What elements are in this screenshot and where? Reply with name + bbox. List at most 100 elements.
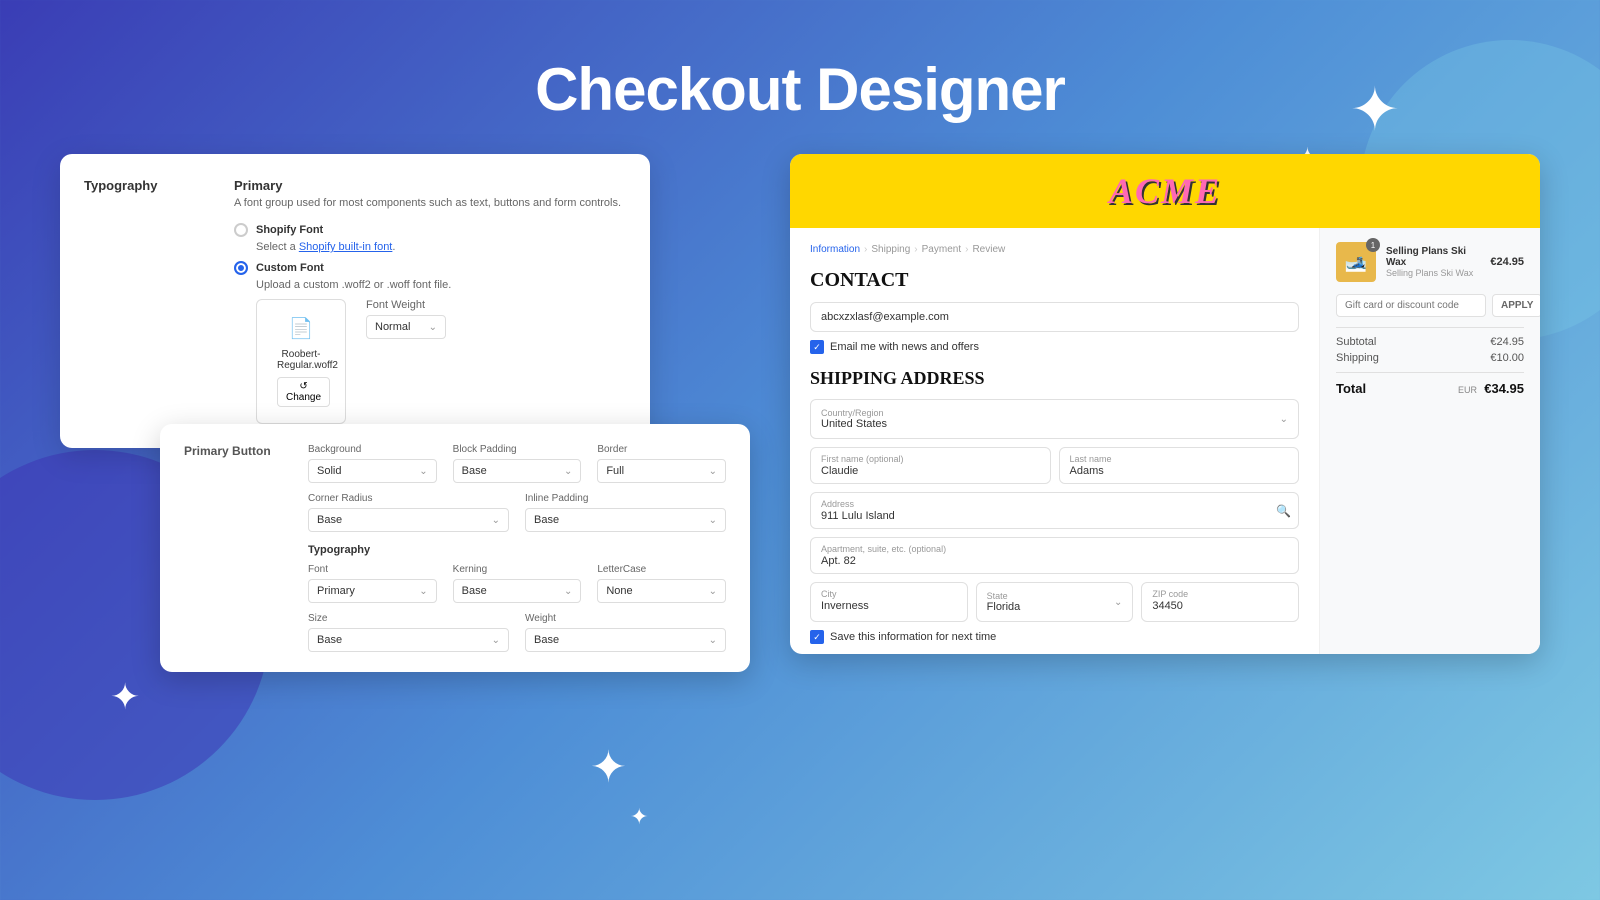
discount-input[interactable]	[1336, 294, 1486, 317]
address-field[interactable]: Address 911 Lulu Island	[810, 492, 1299, 529]
checkout-sidebar: 🎿 1 Selling Plans Ski Wax Selling Plans …	[1320, 228, 1540, 654]
email-field[interactable]	[810, 302, 1299, 332]
subtotal-label: Subtotal	[1336, 336, 1376, 348]
shipping-cost-row: Shipping €10.00	[1336, 352, 1524, 364]
lettercase-select[interactable]: None	[597, 579, 726, 603]
custom-font-option[interactable]: Custom Font	[234, 261, 626, 275]
kerning-label: Kerning	[453, 564, 582, 575]
product-sub: Selling Plans Ski Wax	[1386, 268, 1480, 278]
border-select[interactable]: Full	[597, 459, 726, 483]
breadcrumb-payment: Payment	[922, 244, 961, 255]
block-padding-select[interactable]: Base	[453, 459, 582, 483]
save-info-label: Save this information for next time	[830, 631, 996, 643]
font-file-area: 📄 Roobert-Regular.woff2 ↺ Change Font We…	[234, 299, 626, 424]
sparkle-bottom-mid2-icon: ✦	[630, 806, 648, 828]
chevron-icon-bp	[564, 465, 572, 477]
shipping-cost-value: €10.00	[1490, 352, 1524, 364]
apt-value: Apt. 82	[821, 555, 1288, 567]
total-amount: €34.95	[1484, 381, 1524, 396]
font-weight-select[interactable]: Normal	[366, 315, 446, 339]
typography-panel: Typography Primary A font group used for…	[60, 154, 650, 448]
inline-padding-label: Inline Padding	[525, 493, 726, 504]
save-info-row: ✓ Save this information for next time	[810, 630, 1299, 644]
border-label: Border	[597, 444, 726, 455]
form-grid-row2: Corner Radius Base Inline Padding Base	[308, 493, 726, 532]
font-group: Font Primary	[308, 564, 437, 603]
save-info-checkbox[interactable]: ✓	[810, 630, 824, 644]
apt-field[interactable]: Apartment, suite, etc. (optional) Apt. 8…	[810, 537, 1299, 574]
primary-description: A font group used for most components su…	[234, 197, 626, 209]
email-offers-row: ✓ Email me with news and offers	[810, 340, 1299, 354]
size-select[interactable]: Base	[308, 628, 509, 652]
shopify-font-label: Shopify Font	[256, 224, 323, 236]
apply-discount-button[interactable]: APPLY	[1492, 294, 1540, 317]
city-label: City	[821, 589, 957, 599]
background-label: Background	[308, 444, 437, 455]
state-select[interactable]: State Florida	[976, 582, 1134, 622]
weight-select[interactable]: Base	[525, 628, 726, 652]
chevron-icon-cr	[492, 514, 500, 526]
total-label: Total	[1336, 381, 1366, 396]
typography-subsection-label: Typography	[308, 544, 726, 556]
address-field-wrapper: Address 911 Lulu Island 🔍	[810, 492, 1299, 529]
checkout-content: Information › Shipping › Payment › Revie…	[790, 228, 1540, 654]
city-field[interactable]: City Inverness	[810, 582, 968, 622]
breadcrumb-information: Information	[810, 244, 860, 255]
border-group: Border Full	[597, 444, 726, 483]
shopify-font-radio[interactable]	[234, 223, 248, 237]
discount-row: APPLY	[1336, 294, 1524, 317]
chevron-icon-lc	[709, 585, 717, 597]
shopify-font-link[interactable]: Shopify built-in font	[299, 241, 393, 253]
last-name-field[interactable]: Last name Adams	[1059, 447, 1300, 484]
subtotal-row: Subtotal €24.95	[1336, 336, 1524, 348]
block-padding-group: Block Padding Base	[453, 444, 582, 483]
breadcrumb-shipping: Shipping	[871, 244, 910, 255]
background-select[interactable]: Solid	[308, 459, 437, 483]
apt-label: Apartment, suite, etc. (optional)	[821, 544, 1288, 554]
contact-heading: CONTACT	[810, 269, 1299, 292]
lettercase-group: LetterCase None	[597, 564, 726, 603]
panels-container: Typography Primary A font group used for…	[0, 154, 1600, 654]
country-value: United States	[821, 418, 887, 430]
weight-group: Weight Base	[525, 613, 726, 652]
first-name-field[interactable]: First name (optional) Claudie	[810, 447, 1051, 484]
background-group: Background Solid	[308, 444, 437, 483]
form-grid-row3: Font Primary Kerning Base	[308, 564, 726, 603]
font-file-name: Roobert-Regular.woff2	[277, 349, 325, 371]
lettercase-label: LetterCase	[597, 564, 726, 575]
checkout-preview: ACME Information › Shipping › Payment › …	[790, 154, 1540, 654]
address-value: 911 Lulu Island	[821, 510, 1288, 522]
font-weight-group: Font Weight Normal	[366, 299, 446, 339]
primary-button-panel: Primary Button Background Solid	[160, 424, 750, 672]
chevron-country-icon	[1280, 413, 1288, 425]
state-label: State	[987, 591, 1021, 601]
form-grid-row1: Background Solid Block Padding Base	[308, 444, 726, 483]
country-select[interactable]: Country/Region United States	[810, 399, 1299, 439]
font-select[interactable]: Primary	[308, 579, 437, 603]
inline-padding-select[interactable]: Base	[525, 508, 726, 532]
summary-divider-2	[1336, 372, 1524, 373]
corner-radius-select[interactable]: Base	[308, 508, 509, 532]
product-info: Selling Plans Ski Wax Selling Plans Ski …	[1386, 246, 1480, 278]
email-offers-checkbox[interactable]: ✓	[810, 340, 824, 354]
corner-radius-label: Corner Radius	[308, 493, 509, 504]
chevron-icon-bg	[419, 465, 427, 477]
kerning-group: Kerning Base	[453, 564, 582, 603]
inline-padding-group: Inline Padding Base	[525, 493, 726, 532]
chevron-icon-ip	[709, 514, 717, 526]
zip-field[interactable]: ZIP code 34450	[1141, 582, 1299, 622]
breadcrumb-review: Review	[972, 244, 1005, 255]
kerning-select[interactable]: Base	[453, 579, 582, 603]
custom-font-radio[interactable]	[234, 261, 248, 275]
chevron-icon-border	[709, 465, 717, 477]
change-font-button[interactable]: ↺ Change	[277, 377, 330, 407]
breadcrumb: Information › Shipping › Payment › Revie…	[810, 244, 1299, 255]
block-padding-label: Block Padding	[453, 444, 582, 455]
left-side: Typography Primary A font group used for…	[60, 154, 760, 654]
total-value: EUR €34.95	[1458, 381, 1524, 396]
city-state-row: City Inverness State Florida ZIP code 34…	[810, 582, 1299, 622]
shopify-font-option[interactable]: Shopify Font	[234, 223, 626, 237]
shopify-font-sub: Select a Shopify built-in font.	[256, 241, 626, 253]
email-offers-label: Email me with news and offers	[830, 341, 979, 353]
primary-label: Primary	[234, 178, 626, 193]
